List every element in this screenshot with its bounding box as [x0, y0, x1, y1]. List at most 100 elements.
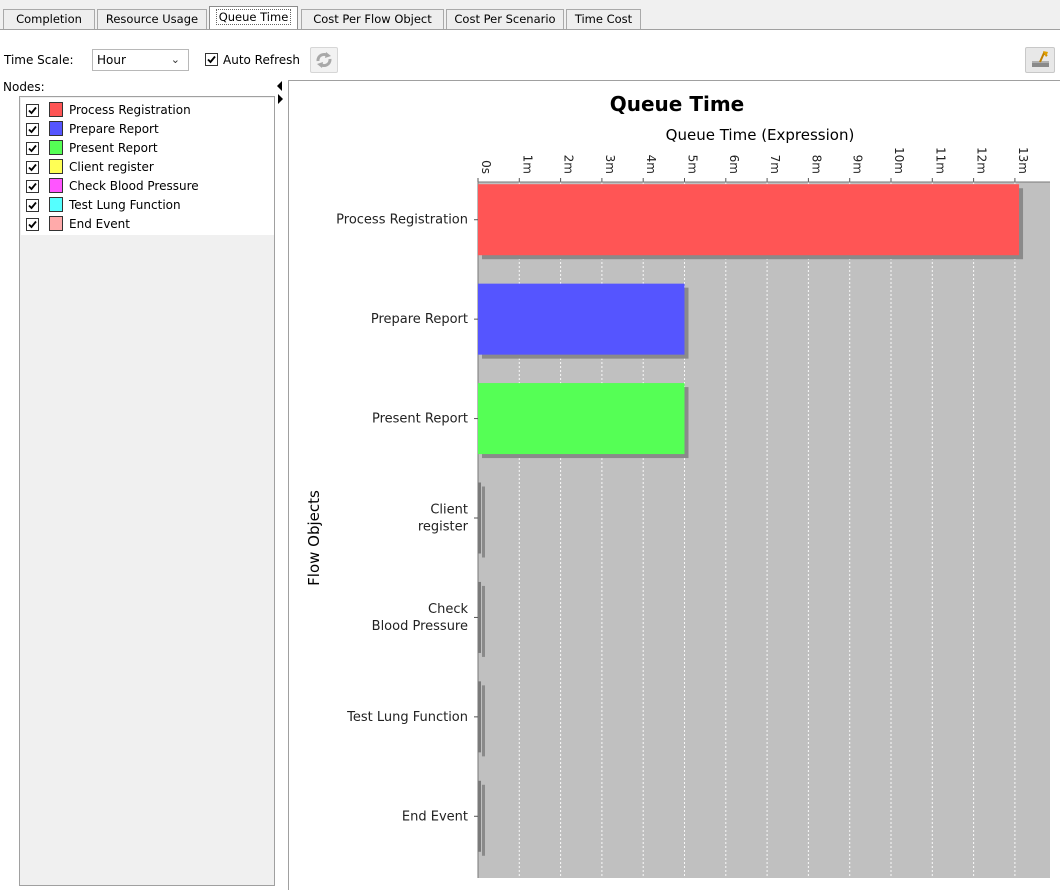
node-item-test-lung-function[interactable]: Test Lung Function [21, 196, 274, 215]
node-label: End Event [69, 217, 130, 231]
node-item-present-report[interactable]: Present Report [21, 139, 274, 158]
x-tick-label: 12m [975, 147, 989, 174]
auto-refresh-label: Auto Refresh [223, 53, 300, 67]
category-label: register [418, 520, 469, 535]
node-label: Test Lung Function [69, 198, 181, 212]
bar [478, 283, 685, 355]
checkmark-icon [28, 182, 37, 191]
x-tick-label: 1m [520, 155, 534, 174]
time-scale-label: Time Scale: [4, 53, 74, 67]
tab-resource-usage[interactable]: Resource Usage [97, 9, 207, 29]
bar [478, 581, 481, 653]
checkmark-icon [207, 55, 216, 64]
category-label: Present Report [372, 412, 468, 427]
refresh-button[interactable] [310, 47, 338, 73]
node-color-swatch [49, 140, 63, 155]
node-item-process-registration[interactable]: Process Registration [21, 101, 274, 120]
split-pane-divider[interactable] [276, 80, 286, 890]
bar [478, 184, 1020, 256]
export-icon [1032, 51, 1049, 67]
time-scale-select[interactable]: Hour ⌄ [92, 49, 189, 71]
collapse-arrows-icon[interactable] [276, 80, 286, 110]
checkmark-icon [28, 106, 37, 115]
category-label: Check [428, 602, 468, 617]
node-color-swatch [49, 216, 63, 231]
chevron-down-icon: ⌄ [170, 53, 180, 66]
checkmark-icon [28, 201, 37, 210]
bar-shadow [482, 585, 485, 657]
checkmark-icon [28, 163, 37, 172]
chart-title: Queue Time [610, 92, 744, 116]
auto-refresh-checkbox[interactable] [205, 53, 218, 66]
export-button[interactable] [1025, 47, 1055, 73]
x-tick-label: 10m [892, 147, 906, 174]
bar [478, 780, 481, 852]
tab-cost-per-scenario[interactable]: Cost Per Scenario [446, 9, 564, 29]
node-label: Check Blood Pressure [69, 179, 199, 193]
bar [478, 383, 685, 455]
bar [478, 681, 481, 753]
bar-shadow [482, 486, 485, 558]
time-scale-value: Hour [97, 53, 126, 67]
node-item-check-blood-pressure[interactable]: Check Blood Pressure [21, 177, 274, 196]
y-axis-label: Flow Objects [305, 490, 323, 586]
bar-shadow [482, 685, 485, 757]
chart-panel: Queue Time Queue Time (Expression) Flow … [288, 80, 1060, 890]
node-label: Present Report [69, 141, 158, 155]
tab-time-cost-label: Time Cost [574, 12, 633, 26]
nodes-title: Nodes: [3, 80, 45, 94]
tab-cost-per-flow-object[interactable]: Cost Per Flow Object [301, 9, 444, 29]
tab-cost-per-scenario-label: Cost Per Scenario [454, 12, 556, 26]
tab-completion[interactable]: Completion [3, 9, 95, 29]
x-tick-label: 8m [809, 155, 823, 174]
x-tick-label: 4m [644, 155, 658, 174]
node-item-end-event[interactable]: End Event [21, 215, 274, 234]
category-label: Test Lung Function [346, 710, 468, 725]
bar-shadow [482, 784, 485, 856]
nodes-panel: Process Registration Prepare Report Pres… [19, 96, 275, 886]
category-label: Prepare Report [371, 312, 468, 327]
node-label: Client register [69, 160, 154, 174]
tab-queue-time-label: Queue Time [215, 9, 292, 25]
node-item-client-register[interactable]: Client register [21, 158, 274, 177]
checkmark-icon [28, 220, 37, 229]
node-checkbox[interactable] [26, 180, 39, 193]
tab-resource-usage-label: Resource Usage [105, 12, 199, 26]
node-checkbox[interactable] [26, 142, 39, 155]
node-label: Process Registration [69, 103, 191, 117]
checkmark-icon [28, 144, 37, 153]
plot-area: 0s 1m 2m 3m 4m 5m 6m 7m 8m 9m 10m 11m 12m 13m Process … [336, 147, 1050, 878]
node-color-swatch [49, 178, 63, 193]
x-tick-label: 9m [851, 155, 865, 174]
node-checkbox[interactable] [26, 123, 39, 136]
x-tick-label: 3m [603, 155, 617, 174]
node-color-swatch [49, 159, 63, 174]
node-checkbox[interactable] [26, 218, 39, 231]
node-checkbox[interactable] [26, 199, 39, 212]
tab-divider [0, 29, 1060, 30]
nodes-list: Process Registration Prepare Report Pres… [21, 98, 274, 235]
tab-completion-label: Completion [16, 12, 82, 26]
category-label: Blood Pressure [372, 619, 468, 634]
tab-queue-time[interactable]: Queue Time [209, 6, 298, 30]
node-label: Prepare Report [69, 122, 159, 136]
x-tick-label: 7m [768, 155, 782, 174]
tab-strip: Completion Resource Usage Queue Time Cos… [0, 0, 1060, 30]
bar [478, 482, 481, 554]
checkmark-icon [28, 125, 37, 134]
node-color-swatch [49, 197, 63, 212]
x-tick-label: 0s [479, 160, 493, 174]
x-tick-label: 2m [562, 155, 576, 174]
x-tick-label: 6m [727, 155, 741, 174]
queue-time-chart: Queue Time Queue Time (Expression) Flow … [305, 92, 1050, 878]
tab-time-cost[interactable]: Time Cost [566, 9, 641, 29]
category-label: End Event [402, 809, 468, 824]
x-axis-label: Queue Time (Expression) [666, 126, 855, 144]
node-checkbox[interactable] [26, 161, 39, 174]
tab-cost-per-flow-object-label: Cost Per Flow Object [313, 12, 432, 26]
x-tick-label: 11m [933, 147, 947, 174]
category-label: Process Registration [336, 213, 468, 228]
refresh-icon [316, 52, 332, 68]
node-checkbox[interactable] [26, 104, 39, 117]
node-item-prepare-report[interactable]: Prepare Report [21, 120, 274, 139]
